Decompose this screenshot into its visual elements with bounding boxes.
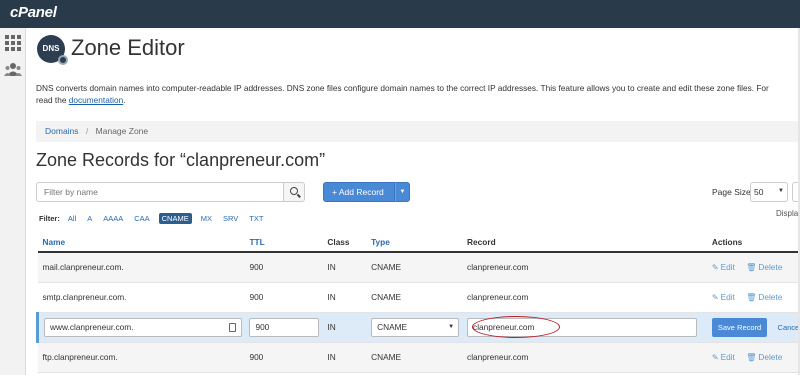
dns-icon: DNS <box>37 35 68 65</box>
filter-srv[interactable]: SRV <box>221 213 240 224</box>
delete-button[interactable]: 🗑 Delete <box>746 262 782 272</box>
search-button[interactable] <box>283 182 305 202</box>
column-record: Record <box>462 232 707 253</box>
record-value-input[interactable]: clanpreneur.com <box>467 315 698 338</box>
filter-all[interactable]: All <box>66 213 78 224</box>
record-actions: ✎ Edit 🗑 Delete <box>706 342 800 373</box>
filter-a[interactable]: A <box>85 213 94 224</box>
delete-button[interactable]: 🗑 Delete <box>746 292 782 302</box>
page-title: Zone Editor <box>71 35 185 60</box>
record-class: IN <box>322 312 367 343</box>
add-record-button[interactable]: + Add Record <box>323 182 395 202</box>
record-value: clanpreneur.com <box>462 342 707 373</box>
record-ttl: 900 <box>244 342 323 373</box>
page-size-label: Page Size <box>712 187 751 197</box>
record-class: IN <box>322 282 367 313</box>
filter-aaaa[interactable]: AAAA <box>101 213 125 224</box>
record-ttl: 900 <box>244 252 323 283</box>
sidebar <box>0 28 26 375</box>
save-record-button[interactable]: Save Record <box>711 317 768 337</box>
documentation-link[interactable]: documentation <box>69 95 123 105</box>
column-name[interactable]: Name <box>37 232 245 253</box>
trash-icon: 🗑 <box>746 263 757 273</box>
chevron-down-icon: ▼ <box>778 188 784 194</box>
breadcrumb-domains-link[interactable]: Domains <box>45 126 79 136</box>
page-description: DNS converts domain names into computer-… <box>36 83 769 105</box>
record-actions: ✎ Edit 🗑 Delete <box>706 282 800 313</box>
record-actions: ✎ Edit 🗑 Delete <box>706 252 800 283</box>
record-type-filter: Filter: All A AAAA CAA CNAME MX SRV TXT <box>39 212 265 224</box>
record-name: mail.clanpreneur.com. <box>37 252 245 283</box>
record-value: clanpreneur.com <box>462 282 707 313</box>
pencil-icon: ✎ <box>711 353 719 362</box>
record-ttl: 900 <box>244 282 323 313</box>
cancel-button[interactable]: Cancel <box>778 323 800 332</box>
record-class: IN <box>322 342 367 373</box>
record-type: CNAME <box>366 282 463 313</box>
zone-records-title: Zone Records for “clanpreneur.com” <box>36 150 326 170</box>
table-row: smtp.clanpreneur.com. 900 IN CNAME clanp… <box>37 282 800 313</box>
record-ttl-input[interactable]: 900 <box>249 317 320 337</box>
filter-cname[interactable]: CNAME <box>158 212 192 224</box>
edit-button[interactable]: ✎ Edit <box>712 352 735 362</box>
top-bar: cPanel <box>0 0 800 28</box>
add-record-dropdown-toggle[interactable]: ▼ <box>395 182 410 202</box>
record-name-input[interactable]: www.clanpreneur.com. <box>44 317 242 337</box>
trash-icon: 🗑 <box>746 353 757 362</box>
chevron-down-icon: ▼ <box>448 323 455 330</box>
filter-mx[interactable]: MX <box>199 213 214 224</box>
edit-button[interactable]: ✎ Edit <box>712 262 735 272</box>
pencil-icon: ✎ <box>711 293 719 302</box>
filter-by-name-input[interactable] <box>36 182 284 202</box>
edit-button[interactable]: ✎ Edit <box>712 292 735 302</box>
record-class: IN <box>322 252 367 283</box>
breadcrumb: Domains / Manage Zone <box>36 121 800 142</box>
table-row: mail.clanpreneur.com. 900 IN CNAME clanp… <box>37 252 800 283</box>
apps-grid-icon[interactable] <box>4 34 22 52</box>
main-content: DNS Zone Editor DNS converts domain name… <box>26 28 800 375</box>
record-value: clanpreneur.com <box>462 252 707 283</box>
highlight-annotation <box>472 315 561 338</box>
table-row: ftp.clanpreneur.com. 900 IN CNAME clanpr… <box>37 342 800 373</box>
column-ttl[interactable]: TTL <box>244 232 323 253</box>
pencil-icon: ✎ <box>711 263 719 273</box>
page-size-select[interactable]: 50 ▼ <box>750 182 788 202</box>
filter-txt[interactable]: TXT <box>247 213 265 224</box>
field-helper-icon <box>229 322 236 332</box>
plus-icon: + <box>332 187 337 197</box>
display-label: Displa <box>776 209 799 218</box>
trash-icon: 🗑 <box>746 293 757 302</box>
column-type[interactable]: Type <box>366 232 463 253</box>
record-type: CNAME <box>366 252 463 283</box>
record-name: ftp.clanpreneur.com. <box>37 342 245 373</box>
users-icon[interactable] <box>4 62 22 80</box>
column-actions: Actions <box>706 232 800 253</box>
filter-caa[interactable]: CAA <box>132 213 151 224</box>
delete-button[interactable]: 🗑 Delete <box>746 352 782 362</box>
record-type-select[interactable]: CNAME ▼ <box>371 317 460 337</box>
editing-row: www.clanpreneur.com. 900 IN CNAME ▼ clan… <box>36 312 800 343</box>
zone-records-table: Name TTL Class Type Record Actions mail.… <box>36 232 800 373</box>
cpanel-logo[interactable]: cPanel <box>10 4 57 21</box>
column-class: Class <box>322 232 367 253</box>
record-type: CNAME <box>366 342 463 373</box>
record-name: smtp.clanpreneur.com. <box>37 282 245 313</box>
breadcrumb-current: Manage Zone <box>95 126 149 136</box>
